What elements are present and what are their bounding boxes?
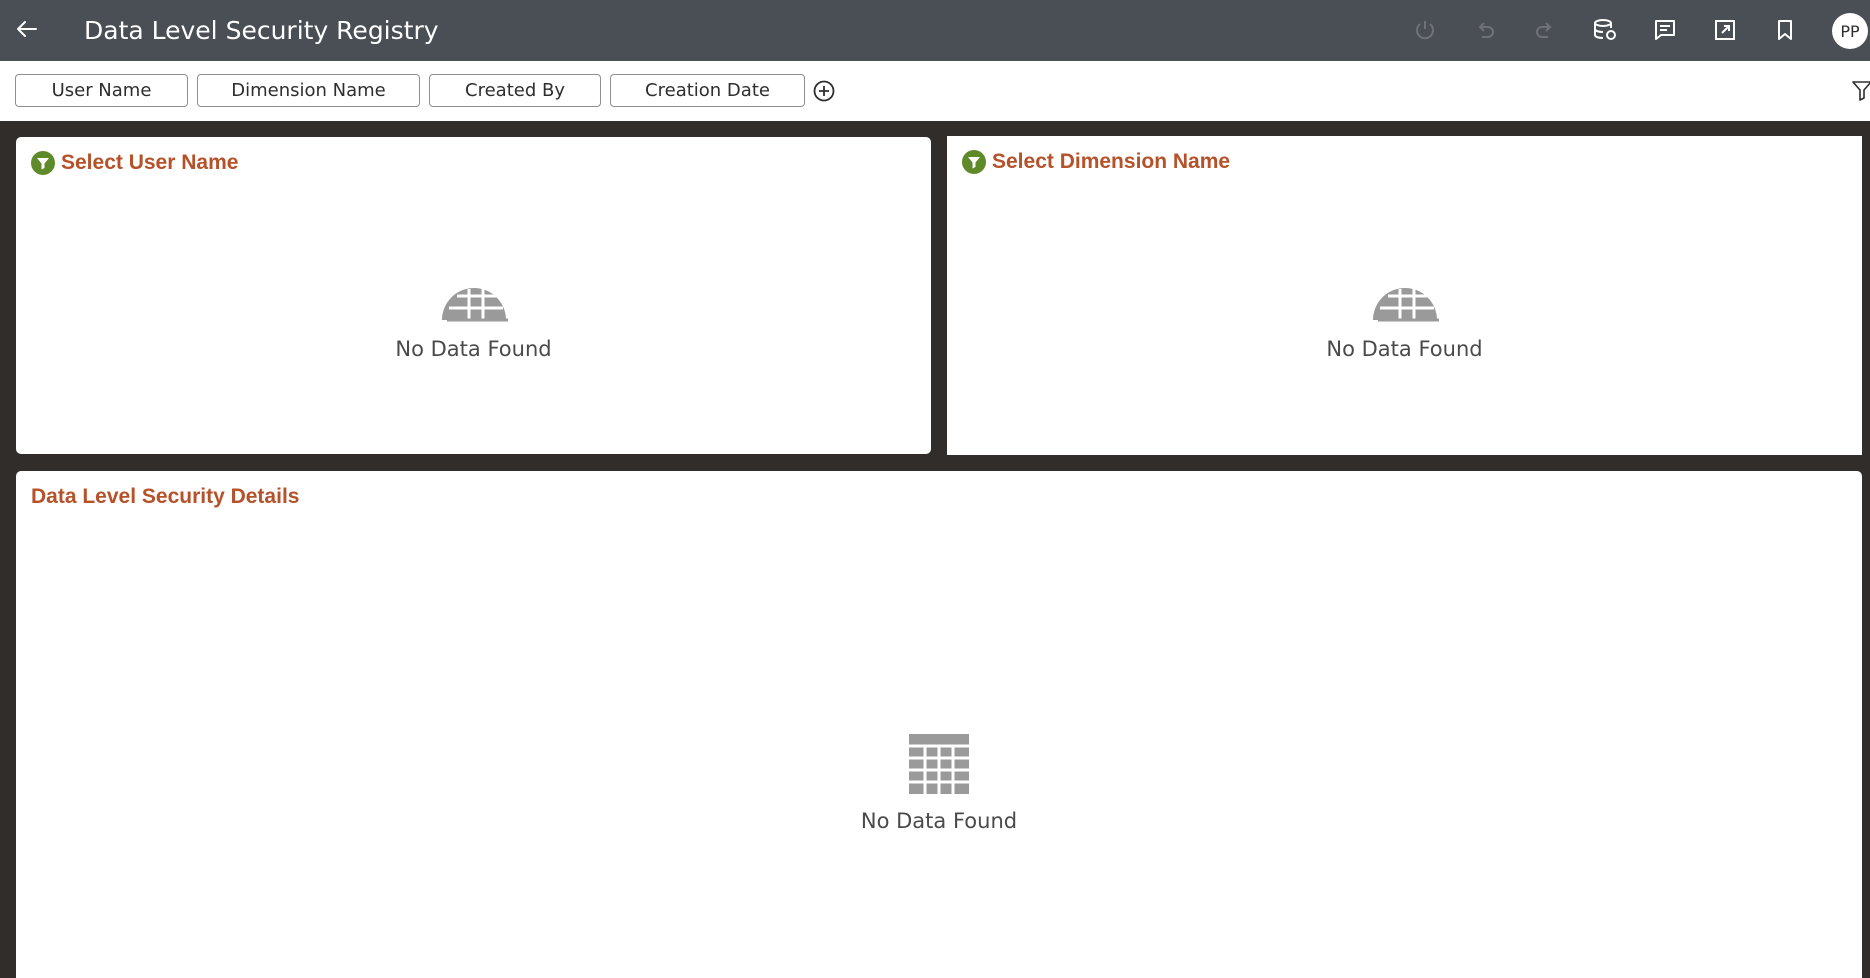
data-button[interactable]	[1590, 15, 1620, 45]
top-bar: Data Level Security Registry PP	[0, 0, 1870, 61]
empty-state: No Data Found	[16, 733, 1862, 833]
arrow-left-icon	[17, 21, 37, 37]
external-link-icon	[1715, 20, 1735, 40]
details-panel: Data Level Security Details No Data Foun…	[16, 471, 1862, 978]
redo-icon	[1536, 22, 1552, 38]
redo-button[interactable]	[1530, 15, 1560, 45]
bookmark-button[interactable]	[1770, 15, 1800, 45]
dimension-name-panel: Select Dimension Name No Data Found	[947, 136, 1862, 455]
undo-icon	[1478, 22, 1494, 38]
comments-button[interactable]	[1650, 15, 1680, 45]
panel-title-text: Select Dimension Name	[992, 150, 1231, 173]
empty-state-text: No Data Found	[860, 809, 1018, 833]
refresh-button[interactable]	[1410, 15, 1440, 45]
comment-icon	[1655, 20, 1675, 40]
database-refresh-icon	[1594, 19, 1616, 40]
empty-state-text: No Data Found	[1326, 337, 1483, 361]
filter-settings-icon[interactable]	[1852, 80, 1870, 102]
panel-title: Select User Name	[31, 151, 238, 175]
bookmark-icon	[1778, 20, 1792, 40]
panel-title-text: Data Level Security Details	[31, 485, 300, 508]
panel-title: Select Dimension Name	[962, 150, 1230, 174]
avatar[interactable]: PP	[1832, 13, 1868, 49]
filter-chip-created-by[interactable]: Created By	[429, 74, 601, 107]
empty-state: No Data Found	[16, 273, 931, 361]
filter-icon	[31, 151, 55, 175]
no-data-chart-icon	[441, 286, 508, 322]
no-data-table-icon	[909, 734, 969, 794]
filter-bar: User Name Dimension Name Created By Crea…	[0, 61, 1870, 121]
empty-state-text: No Data Found	[395, 337, 552, 361]
open-external-button[interactable]	[1710, 15, 1740, 45]
page-title: Data Level Security Registry	[84, 16, 439, 45]
back-button[interactable]	[12, 14, 42, 44]
panel-title-text: Select User Name	[61, 151, 239, 174]
filter-icon	[962, 150, 986, 174]
filter-chip-creation-date[interactable]: Creation Date	[610, 74, 805, 107]
undo-button[interactable]	[1470, 15, 1500, 45]
empty-state: No Data Found	[947, 273, 1862, 361]
filter-chip-user-name[interactable]: User Name	[15, 74, 188, 107]
no-data-chart-icon	[1372, 286, 1439, 322]
power-refresh-icon	[1416, 21, 1434, 40]
panel-title: Data Level Security Details	[31, 485, 299, 509]
filter-chip-dimension-name[interactable]: Dimension Name	[197, 74, 420, 107]
add-filter-icon[interactable]	[812, 79, 836, 103]
user-name-panel: Select User Name No Data Found	[16, 137, 931, 454]
